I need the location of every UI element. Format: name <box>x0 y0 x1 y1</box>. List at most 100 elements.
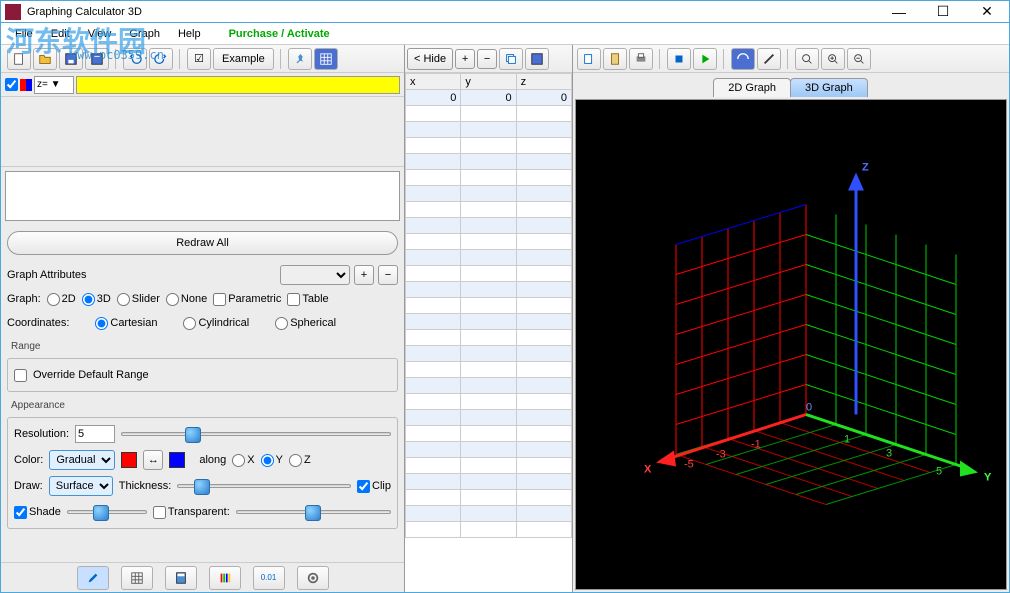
close-button[interactable]: ✕ <box>969 3 1005 21</box>
new-button[interactable] <box>7 48 31 70</box>
grid-button[interactable] <box>314 48 338 70</box>
clipboard-button[interactable] <box>603 48 627 70</box>
color-end-swatch[interactable] <box>169 452 185 468</box>
clip-checkbox[interactable]: Clip <box>357 480 391 493</box>
svg-text:0: 0 <box>806 402 812 414</box>
color-axis-x[interactable]: X <box>232 454 254 467</box>
minimize-button[interactable]: — <box>881 3 917 21</box>
menubar: File Edit View Graph Help Purchase / Act… <box>1 23 1009 45</box>
menu-edit[interactable]: Edit <box>43 26 78 42</box>
transparent-checkbox[interactable]: Transparent: <box>153 506 230 519</box>
svg-text:-3: -3 <box>716 449 726 461</box>
thickness-slider[interactable] <box>177 478 351 494</box>
swap-colors-button[interactable]: ↔ <box>143 450 163 470</box>
coordinates-label: Coordinates: <box>7 317 69 329</box>
menu-help[interactable]: Help <box>170 26 209 42</box>
print-button[interactable] <box>629 48 653 70</box>
graph-attributes-panel: Graph Attributes + − Graph: 2D 3D Slider… <box>1 261 404 562</box>
equation-row: z= ▼ <box>1 73 404 97</box>
graph-type-label: Graph: <box>7 293 41 305</box>
menu-graph[interactable]: Graph <box>121 26 168 42</box>
parametric-checkbox[interactable]: Parametric <box>213 293 281 306</box>
draw-mode-dropdown[interactable]: Surface <box>49 476 113 496</box>
table-copy-button[interactable] <box>499 48 523 70</box>
resolution-label: Resolution: <box>14 428 69 440</box>
rotate-mode-button[interactable] <box>731 48 755 70</box>
add-attribute-button[interactable]: + <box>354 265 374 285</box>
appearance-section-label: Appearance <box>7 400 398 411</box>
remove-attribute-button[interactable]: − <box>378 265 398 285</box>
svg-text:5: 5 <box>936 466 942 478</box>
check-toggle[interactable]: ☑ <box>187 48 211 70</box>
coords-cylindrical[interactable]: Cylindrical <box>183 317 249 330</box>
equation-type-dropdown[interactable]: z= ▼ <box>34 76 74 94</box>
menu-file[interactable]: File <box>7 26 41 42</box>
pin-button[interactable] <box>288 48 312 70</box>
resolution-slider[interactable] <box>121 426 391 442</box>
cell-y0[interactable]: 0 <box>461 90 516 106</box>
equation-input[interactable] <box>76 76 400 94</box>
hide-table-button[interactable]: < Hide <box>407 48 453 70</box>
cell-z0[interactable]: 0 <box>516 90 571 106</box>
shade-checkbox[interactable]: Shade <box>14 506 61 519</box>
notes-area[interactable] <box>5 171 400 221</box>
tab-3d-graph[interactable]: 3D Graph <box>790 78 868 97</box>
col-z[interactable]: z <box>516 74 571 90</box>
data-table[interactable]: xyz 000 <box>405 73 572 538</box>
graph-type-2d[interactable]: 2D <box>47 293 76 306</box>
along-label: along <box>199 454 226 466</box>
color-mode-dropdown[interactable]: Gradual <box>49 450 115 470</box>
color-palette-icon <box>20 79 32 91</box>
3d-canvas[interactable]: X Y Z -5-3-1 0 135 <box>575 99 1007 590</box>
table-checkbox[interactable]: Table <box>287 293 328 306</box>
tab-2d-graph[interactable]: 2D Graph <box>713 78 791 97</box>
open-button[interactable] <box>33 48 57 70</box>
graph-type-none[interactable]: None <box>166 293 207 306</box>
graph-type-slider[interactable]: Slider <box>117 293 160 306</box>
pencil-tool-button[interactable] <box>77 566 109 590</box>
transparent-slider[interactable] <box>236 504 391 520</box>
svg-text:1: 1 <box>844 434 850 446</box>
svg-text:Z: Z <box>862 162 869 174</box>
table-export-button[interactable] <box>525 48 549 70</box>
draw-label: Draw: <box>14 480 43 492</box>
settings-tool-button[interactable] <box>297 566 329 590</box>
coords-spherical[interactable]: Spherical <box>275 317 336 330</box>
calc-tool-button[interactable] <box>165 566 197 590</box>
graph-pane: 2D Graph 3D Graph <box>573 45 1009 592</box>
palette-tool-button[interactable] <box>209 566 241 590</box>
precision-tool-button[interactable]: 0.01 <box>253 566 285 590</box>
color-axis-z[interactable]: Z <box>289 454 311 467</box>
stop-button[interactable] <box>667 48 691 70</box>
equation-enabled-checkbox[interactable] <box>5 78 18 91</box>
col-x[interactable]: x <box>406 74 461 90</box>
copy-image-button[interactable] <box>577 48 601 70</box>
shade-slider[interactable] <box>67 504 147 520</box>
override-range-checkbox[interactable]: Override Default Range <box>14 365 391 385</box>
maximize-button[interactable]: ☐ <box>925 3 961 21</box>
play-button[interactable] <box>693 48 717 70</box>
zoom-in-button[interactable] <box>821 48 845 70</box>
equation-list-area <box>1 97 404 167</box>
zoom-out-button[interactable] <box>847 48 871 70</box>
zoom-button[interactable] <box>795 48 819 70</box>
col-y[interactable]: y <box>461 74 516 90</box>
resolution-input[interactable] <box>75 425 115 443</box>
example-button[interactable]: Example <box>213 48 274 70</box>
attribute-preset-dropdown[interactable] <box>280 265 350 285</box>
color-axis-y[interactable]: Y <box>261 454 283 467</box>
color-start-swatch[interactable] <box>121 452 137 468</box>
coords-cartesian[interactable]: Cartesian <box>95 317 157 330</box>
menu-view[interactable]: View <box>80 26 120 42</box>
line-mode-button[interactable] <box>757 48 781 70</box>
redraw-all-button[interactable]: Redraw All <box>7 231 398 255</box>
table-add-button[interactable]: + <box>455 49 475 69</box>
grid-tool-button[interactable] <box>121 566 153 590</box>
graph-toolbar <box>573 45 1009 73</box>
graph-attributes-title: Graph Attributes <box>7 269 276 281</box>
left-toolbar: ☑ Example <box>1 45 404 73</box>
table-remove-button[interactable]: − <box>477 49 497 69</box>
cell-x0[interactable]: 0 <box>406 90 461 106</box>
graph-type-3d[interactable]: 3D <box>82 293 111 306</box>
menu-purchase-activate[interactable]: Purchase / Activate <box>221 26 338 42</box>
